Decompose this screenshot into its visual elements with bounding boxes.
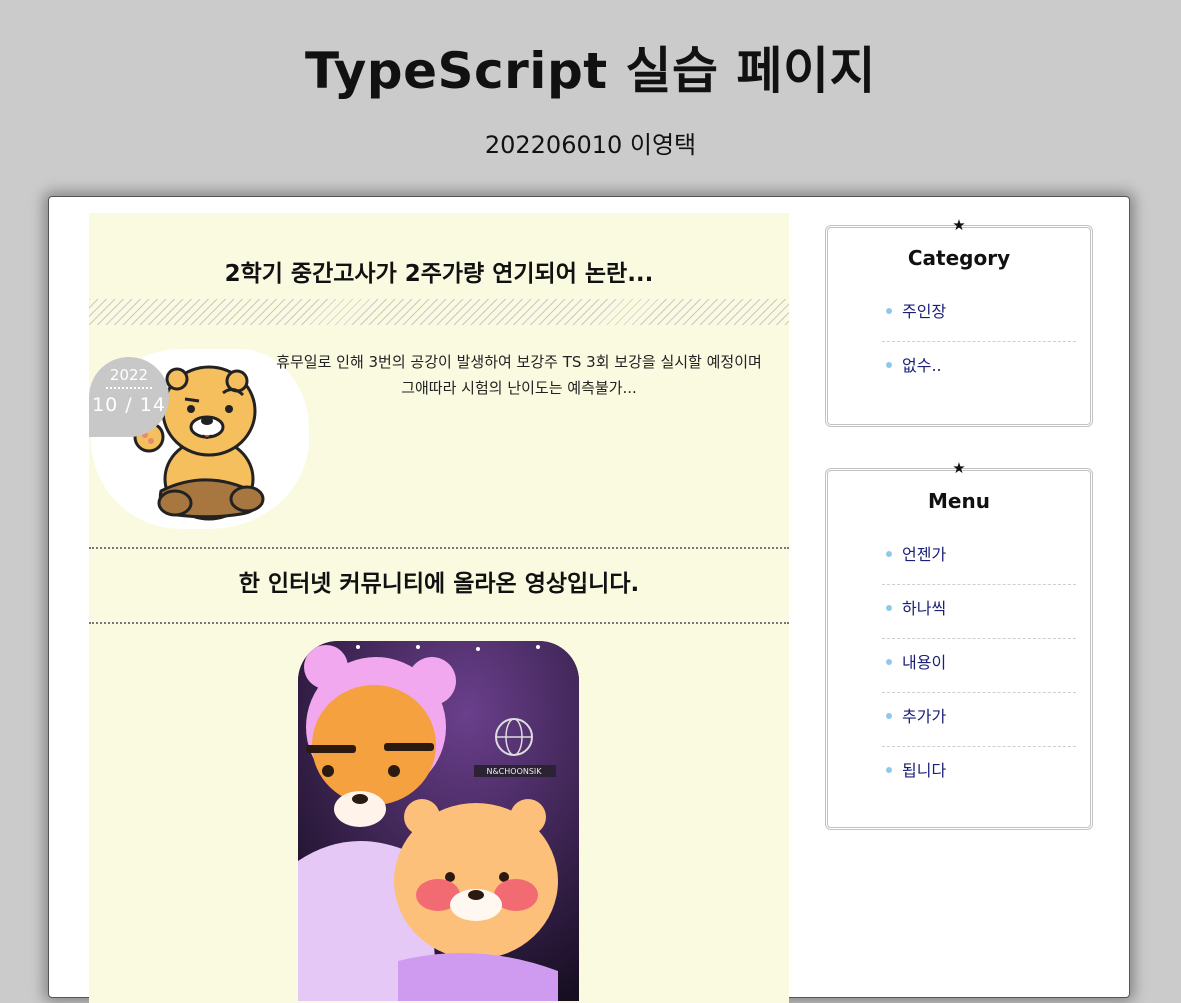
menu-item: 내용이 (882, 639, 1076, 693)
bullet-icon (886, 713, 892, 719)
category-list: 주인장 없수.. (882, 288, 1076, 395)
category-item: 주인장 (882, 288, 1076, 342)
bullet-icon (886, 659, 892, 665)
menu-widget: ★ Menu 언젠가 하나씩 내용이 추가가 됩니다 (825, 459, 1093, 830)
menu-link[interactable]: 내용이 (902, 651, 946, 675)
date-separator (106, 387, 152, 389)
menu-item: 언젠가 (882, 531, 1076, 585)
hatched-divider (89, 299, 789, 325)
menu-item: 됩니다 (882, 747, 1076, 800)
category-link[interactable]: 주인장 (902, 300, 946, 324)
photo-sign-text: N&CHOONSIK (486, 767, 542, 776)
bullet-icon (886, 605, 892, 611)
category-title: Category (907, 246, 1011, 270)
category-item: 없수.. (882, 342, 1076, 395)
menu-list: 언젠가 하나씩 내용이 추가가 됩니다 (882, 531, 1076, 800)
bullet-icon (886, 308, 892, 314)
category-widget: ★ Category 주인장 없수.. (825, 216, 1093, 427)
page-subtitle: 202206010 이영택 (484, 131, 697, 159)
content-container: 2학기 중간고사가 2주가량 연기되어 논란... 2022 10 / 14 휴… (48, 196, 1130, 1003)
menu-link[interactable]: 하나씩 (902, 597, 946, 621)
dotted-divider (89, 547, 789, 549)
page-title: TypeScript 실습 페이지 (305, 42, 876, 100)
menu-item: 하나씩 (882, 585, 1076, 639)
main-content: 2학기 중간고사가 2주가량 연기되어 논란... 2022 10 / 14 휴… (89, 213, 789, 1003)
star-icon: ★ (952, 459, 966, 477)
menu-title: Menu (928, 489, 990, 513)
star-icon: ★ (952, 216, 966, 234)
menu-link[interactable]: 언젠가 (902, 543, 946, 567)
bullet-icon (886, 767, 892, 773)
menu-item: 추가가 (882, 693, 1076, 747)
date-day: 10 / 14 (92, 394, 166, 416)
dotted-divider (89, 622, 789, 624)
menu-link[interactable]: 됩니다 (902, 759, 946, 783)
menu-link[interactable]: 추가가 (902, 705, 946, 729)
date-badge: 2022 10 / 14 (89, 357, 169, 437)
date-year: 2022 (109, 366, 149, 384)
lion-characters-photo: N&CHOONSIK (298, 641, 579, 1001)
post-title[interactable]: 2학기 중간고사가 2주가량 연기되어 논란... (89, 257, 789, 291)
post-title[interactable]: 한 인터넷 커뮤니티에 올라온 영상입니다. (89, 567, 789, 601)
bullet-icon (886, 551, 892, 557)
category-link[interactable]: 없수.. (902, 354, 942, 378)
post-body: 휴무일로 인해 3번의 공강이 발생하여 보강주 TS 3회 보강을 실시할 예… (276, 353, 762, 397)
bullet-icon (886, 362, 892, 368)
lion-characters-photo-illustration: N&CHOONSIK (298, 641, 579, 1001)
